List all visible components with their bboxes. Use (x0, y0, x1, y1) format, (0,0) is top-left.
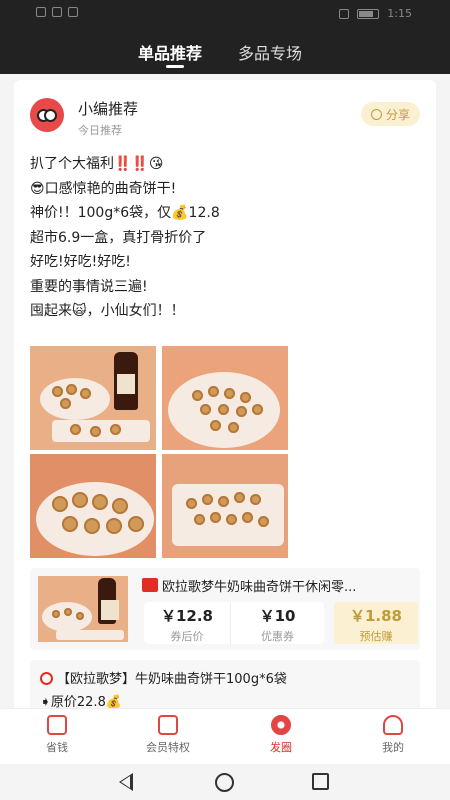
tmall-icon (142, 578, 158, 592)
product-photo[interactable] (162, 454, 288, 558)
circle-icon (40, 672, 53, 685)
promo-line-1-text: 【欧拉歌梦】牛奶味曲奇饼干100g*6袋 (57, 672, 287, 687)
system-navigation-bar (0, 764, 450, 800)
post-line: 超市6.9一盒，真打骨折价了 (30, 229, 207, 246)
notification-icon (36, 7, 46, 17)
status-time: 1:15 (387, 7, 412, 20)
signal-icon (52, 7, 62, 17)
home-icon (47, 715, 67, 735)
estimated-earnings[interactable]: ￥1.88 预估赚 (334, 602, 418, 644)
recent-apps-icon[interactable] (312, 773, 329, 790)
tab-multi-product[interactable]: 多品专场 (238, 40, 302, 64)
share-button[interactable]: 分享 (360, 102, 420, 126)
back-icon[interactable] (119, 773, 133, 791)
post-line: 神价!！100g*6袋，仅💰12.8 (30, 205, 220, 221)
image-grid (30, 346, 288, 558)
post-line: 好吃!好吃!好吃! (30, 254, 131, 270)
price-after-coupon: ￥12.8 券后价 (144, 602, 230, 644)
bottom-tab-bar: 省钱 会员特权 发圈 我的 (0, 708, 450, 764)
share-label: 分享 (385, 107, 410, 122)
post-line: 重要的事情说三遍! (30, 278, 148, 295)
promo-text-block: 【欧拉歌梦】牛奶味曲奇饼干100g*6袋 ➧原价22.8💰 (30, 660, 420, 708)
product-photo[interactable] (162, 346, 288, 450)
product-card[interactable]: 欧拉歌梦牛奶味曲奇饼干休闲零... ￥12.8 券后价 ￥10 优惠券 ￥1.8… (30, 568, 420, 650)
promo-line-1: 【欧拉歌梦】牛奶味曲奇饼干100g*6袋 (40, 668, 410, 691)
post-card: 小编推荐 今日推荐 分享 扒了个大福利‼️‼️😘 😎口感惊艳的曲奇饼干! 神价!… (14, 80, 436, 708)
active-tab-indicator (166, 65, 184, 68)
product-thumbnail (38, 576, 128, 642)
tab-label: 会员特权 (146, 741, 190, 754)
tab-share-circle[interactable]: 发圈 (246, 715, 316, 755)
tab-single-product[interactable]: 单品推荐 (138, 40, 202, 64)
user-icon (383, 715, 403, 735)
earnings-label: 预估赚 (359, 630, 393, 643)
share-icon (370, 108, 382, 120)
post-line: 😎口感惊艳的曲奇饼干! (30, 180, 177, 197)
tab-mine[interactable]: 我的 (358, 715, 428, 755)
coupon-value: ￥10 优惠券 (230, 602, 324, 644)
battery-icon (357, 8, 380, 19)
top-tab-bar: 单品推荐 多品专场 (0, 28, 450, 74)
status-bar: 1:15 (0, 0, 450, 28)
tab-vip-privileges[interactable]: 会员特权 (133, 715, 203, 755)
author-name: 小编推荐 (78, 100, 139, 118)
product-photo[interactable] (30, 346, 156, 450)
product-title: 欧拉歌梦牛奶味曲奇饼干休闲零... (162, 580, 357, 595)
post-text: 扒了个大福利‼️‼️😘 😎口感惊艳的曲奇饼干! 神价!！100g*6袋，仅💰12… (30, 152, 420, 324)
promo-line-2: ➧原价22.8💰 (40, 695, 123, 708)
status-icons-left (36, 7, 78, 17)
status-icons-right: 1:15 (339, 7, 412, 20)
post-line: 扒了个大福利‼️‼️😘 (30, 156, 164, 172)
product-photo[interactable] (30, 454, 156, 558)
post-line: 囤起来🙀，小仙女们！！ (30, 303, 185, 319)
author-avatar (30, 98, 64, 132)
price-label: 券后价 (170, 630, 204, 643)
tab-label: 我的 (382, 741, 404, 754)
price-value: ￥12.8 (160, 607, 213, 625)
home-circle-icon[interactable] (215, 773, 234, 792)
wifi-icon (68, 7, 78, 17)
content-area: 小编推荐 今日推荐 分享 扒了个大福利‼️‼️😘 😎口感惊艳的曲奇饼干! 神价!… (0, 74, 450, 708)
tab-label: 发圈 (270, 741, 292, 754)
tab-save-money[interactable]: 省钱 (22, 715, 92, 755)
coupon-amount: ￥10 (259, 607, 296, 625)
post-subtitle: 今日推荐 (78, 124, 122, 137)
vip-icon (158, 715, 178, 735)
coupon-label: 优惠券 (261, 630, 294, 643)
earnings-amount: ￥1.88 (349, 607, 402, 625)
eye-icon (339, 8, 350, 19)
camera-icon (271, 715, 291, 735)
tab-label: 省钱 (46, 741, 68, 754)
